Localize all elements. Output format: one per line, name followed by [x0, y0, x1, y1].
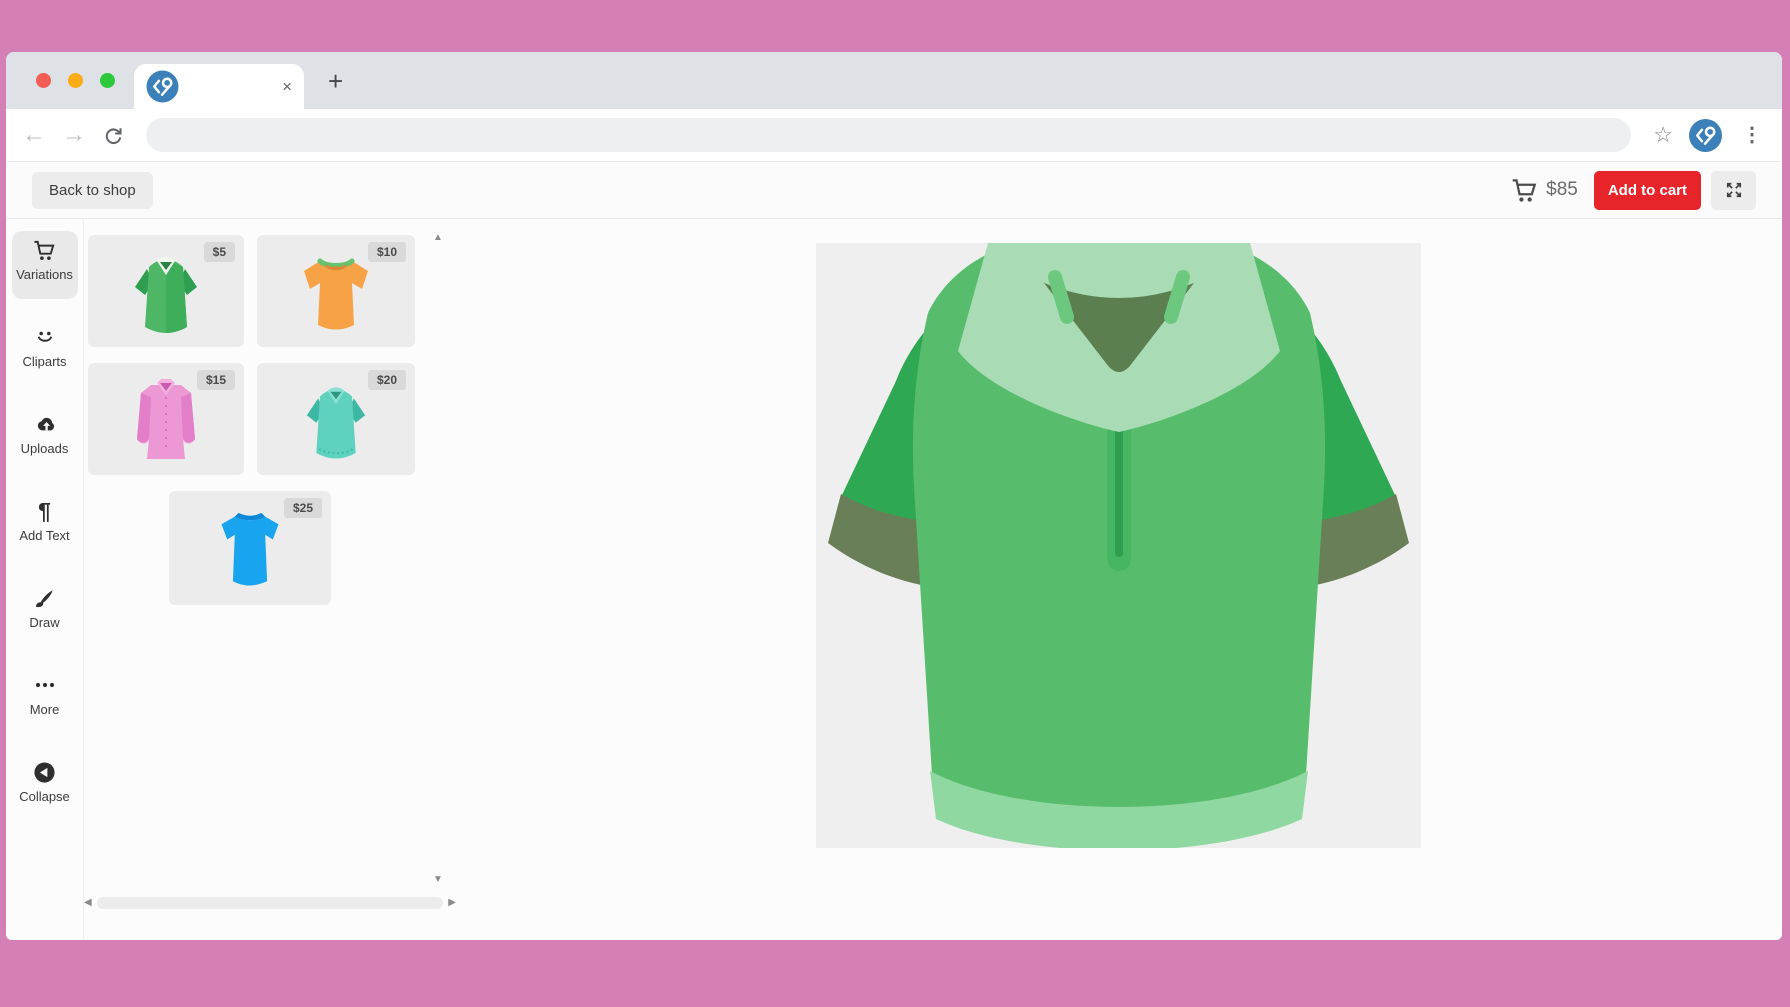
scroll-down-icon[interactable]: ▼	[433, 875, 443, 885]
collapse-icon	[33, 761, 56, 784]
app-toolbar: Back to shop $85 Add to cart	[6, 162, 1782, 219]
sidebar-item-label: Collapse	[12, 789, 78, 804]
cloud-upload-icon	[32, 412, 57, 437]
app-body: Variations Cliparts	[6, 219, 1782, 940]
brush-icon	[33, 587, 56, 610]
refresh-icon[interactable]	[102, 124, 124, 146]
sidebar-item-label: Add Text	[12, 528, 78, 543]
variation-tile-teal-polo[interactable]: $20	[257, 363, 415, 475]
scroll-left-icon[interactable]: ◀	[84, 898, 92, 908]
sidebar-item-label: More	[12, 702, 78, 717]
sidebar-item-uploads[interactable]: Uploads	[12, 405, 78, 473]
minimize-window-button[interactable]	[68, 73, 83, 88]
price-badge: $25	[284, 498, 322, 518]
orange-tshirt-thumbnail	[294, 251, 378, 331]
maximize-window-button[interactable]	[100, 73, 115, 88]
back-to-shop-button[interactable]: Back to shop	[32, 172, 153, 209]
window-controls	[36, 73, 115, 88]
pilcrow-icon: ¶	[38, 500, 51, 523]
variation-tile-blue-tshirt[interactable]: $25	[169, 491, 331, 605]
sidebar-item-label: Draw	[12, 615, 78, 630]
add-to-cart-button[interactable]: Add to cart	[1594, 171, 1701, 210]
variation-tile-green-polo[interactable]: $5	[88, 235, 244, 347]
blue-tshirt-thumbnail	[212, 507, 288, 589]
new-tab-button[interactable]: +	[328, 66, 343, 97]
tab-strip: × +	[6, 52, 1782, 109]
forward-icon[interactable]: →	[62, 123, 86, 147]
browser-navbar: ← → ☆ ⋮	[6, 109, 1782, 162]
close-window-button[interactable]	[36, 73, 51, 88]
price-badge: $5	[204, 242, 235, 262]
toolbar-right-group: $85 Add to cart	[1511, 171, 1756, 210]
panel-horizontal-scrollbar[interactable]: ◀ ▶	[84, 895, 456, 911]
ellipsis-icon	[33, 673, 57, 697]
price-badge: $20	[368, 370, 406, 390]
sidebar-item-label: Variations	[12, 267, 78, 282]
profile-avatar[interactable]	[1689, 119, 1722, 152]
cart-icon	[33, 239, 56, 262]
variation-tile-orange-tshirt[interactable]: $10	[257, 235, 415, 347]
url-input[interactable]	[146, 118, 1631, 152]
site-favicon-icon	[146, 70, 179, 103]
product-canvas[interactable]	[816, 243, 1421, 848]
sidebar-item-more[interactable]: More	[12, 666, 78, 734]
tab-close-icon[interactable]: ×	[282, 78, 292, 95]
green-polo-shirt-image	[816, 243, 1421, 848]
sidebar-item-label: Cliparts	[12, 354, 78, 369]
sidebar-item-collapse[interactable]: Collapse	[12, 753, 78, 821]
sidebar-item-variations[interactable]: Variations	[12, 231, 78, 299]
green-polo-thumbnail	[133, 249, 199, 333]
cart-icon	[1511, 177, 1538, 204]
scroll-right-icon[interactable]: ▶	[448, 898, 456, 908]
bookmark-star-icon[interactable]: ☆	[1653, 124, 1673, 146]
expand-icon	[1724, 180, 1744, 200]
sidebar-item-add-text[interactable]: ¶ Add Text	[12, 492, 78, 560]
back-icon[interactable]: ←	[22, 123, 46, 147]
cart-total: $85	[1546, 179, 1578, 201]
sidebar-item-draw[interactable]: Draw	[12, 579, 78, 647]
price-badge: $15	[197, 370, 235, 390]
teal-polo-thumbnail	[305, 379, 367, 459]
sidebar-item-cliparts[interactable]: Cliparts	[12, 318, 78, 386]
fullscreen-button[interactable]	[1711, 171, 1756, 210]
smiley-icon	[33, 325, 57, 349]
browser-window: × + ← → ☆ ⋮ Back to shop	[6, 52, 1782, 940]
pink-shirt-thumbnail	[129, 373, 203, 465]
variation-tile-pink-shirt[interactable]: $15	[88, 363, 244, 475]
page-frame: × + ← → ☆ ⋮ Back to shop	[0, 0, 1790, 1007]
sidebar-item-label: Uploads	[12, 441, 78, 456]
price-badge: $10	[368, 242, 406, 262]
browser-menu-icon[interactable]: ⋮	[1738, 125, 1766, 145]
scroll-up-icon[interactable]: ▲	[433, 233, 443, 243]
sidebar: Variations Cliparts	[6, 219, 84, 940]
browser-tab[interactable]: ×	[134, 64, 304, 109]
horizontal-scroll-thumb[interactable]	[97, 897, 444, 909]
panel-vertical-scrollbar[interactable]: ▲ ▼	[430, 233, 446, 885]
